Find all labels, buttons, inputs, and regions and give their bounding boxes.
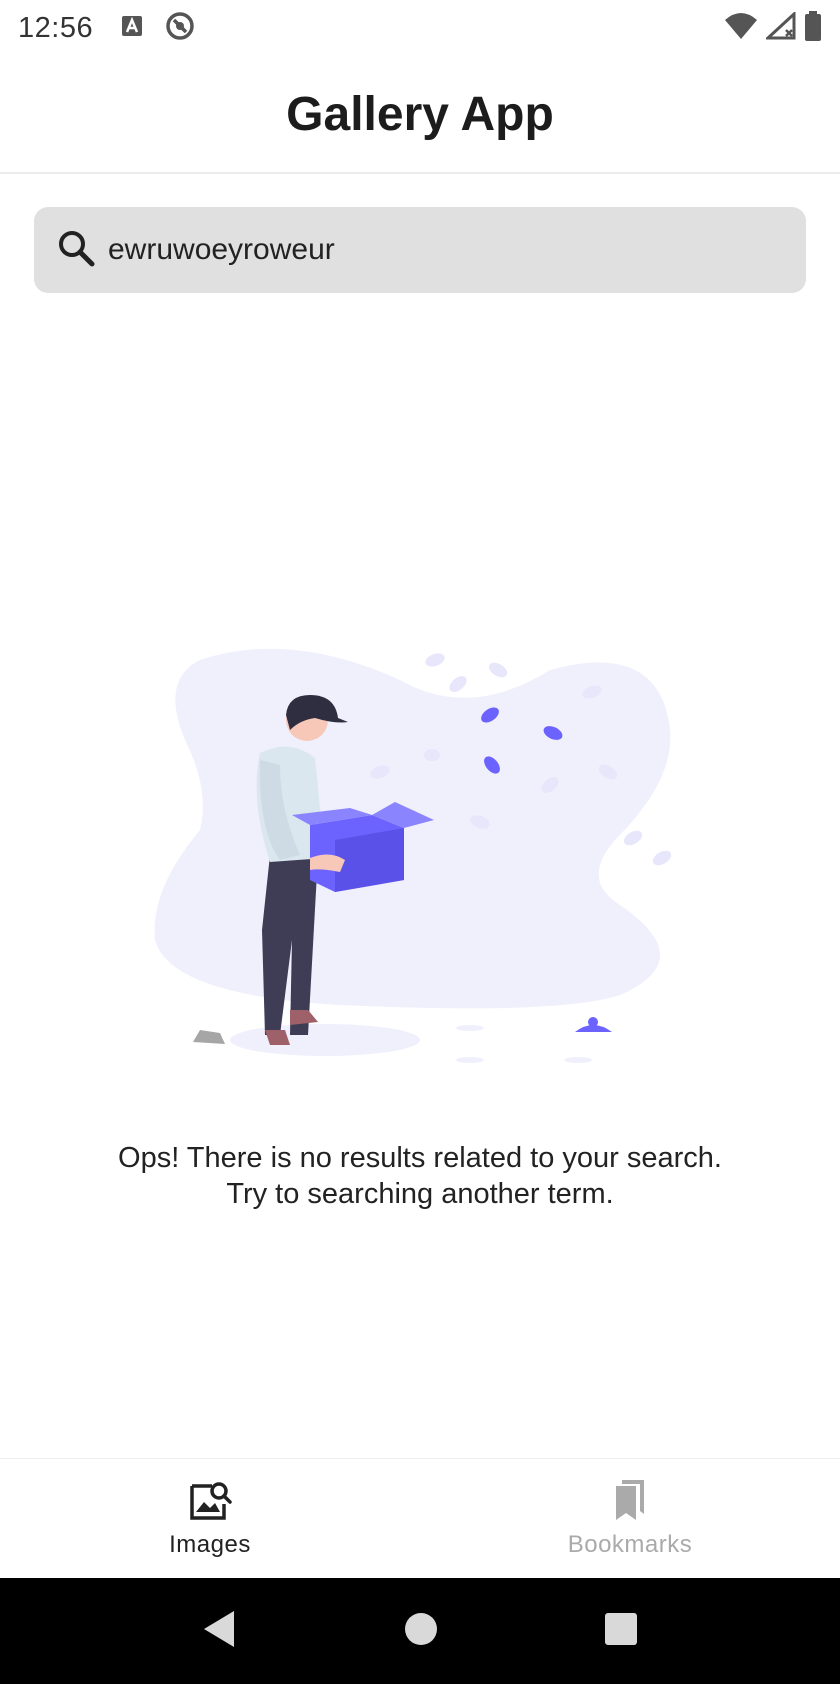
wifi-icon <box>724 12 758 45</box>
image-search-icon <box>188 1478 232 1527</box>
search-query-text: ewruwoeyroweur <box>108 233 335 266</box>
page-title: Gallery App <box>286 87 554 141</box>
empty-state-line2: Try to searching another term. <box>226 1178 614 1210</box>
search-input[interactable]: ewruwoeyroweur <box>34 207 806 293</box>
bookmarks-icon <box>608 1478 652 1527</box>
system-navigation-bar <box>0 1578 840 1684</box>
recents-icon[interactable] <box>604 1612 638 1651</box>
home-icon[interactable] <box>403 1611 439 1652</box>
empty-state-illustration <box>140 640 700 1080</box>
tab-images-label: Images <box>169 1531 251 1558</box>
a-notification-icon <box>121 15 143 42</box>
empty-state-message: Ops! There is no results related to your… <box>0 1140 840 1212</box>
back-icon[interactable] <box>202 1609 238 1654</box>
status-bar: 12:56 <box>0 0 840 56</box>
search-icon <box>56 228 96 273</box>
tab-images[interactable]: Images <box>0 1459 420 1578</box>
empty-state-line1: Ops! There is no results related to your… <box>118 1142 722 1174</box>
battery-icon <box>804 10 822 46</box>
tab-bookmarks[interactable]: Bookmarks <box>420 1459 840 1578</box>
tab-bookmarks-label: Bookmarks <box>567 1531 693 1558</box>
background-blob <box>154 648 671 1009</box>
signal-icon <box>764 10 796 45</box>
status-time: 12:56 <box>18 11 94 44</box>
app-bar: Gallery App <box>0 56 840 174</box>
sync-circle-icon <box>165 11 195 46</box>
bottom-navigation: Images Bookmarks <box>0 1458 840 1578</box>
